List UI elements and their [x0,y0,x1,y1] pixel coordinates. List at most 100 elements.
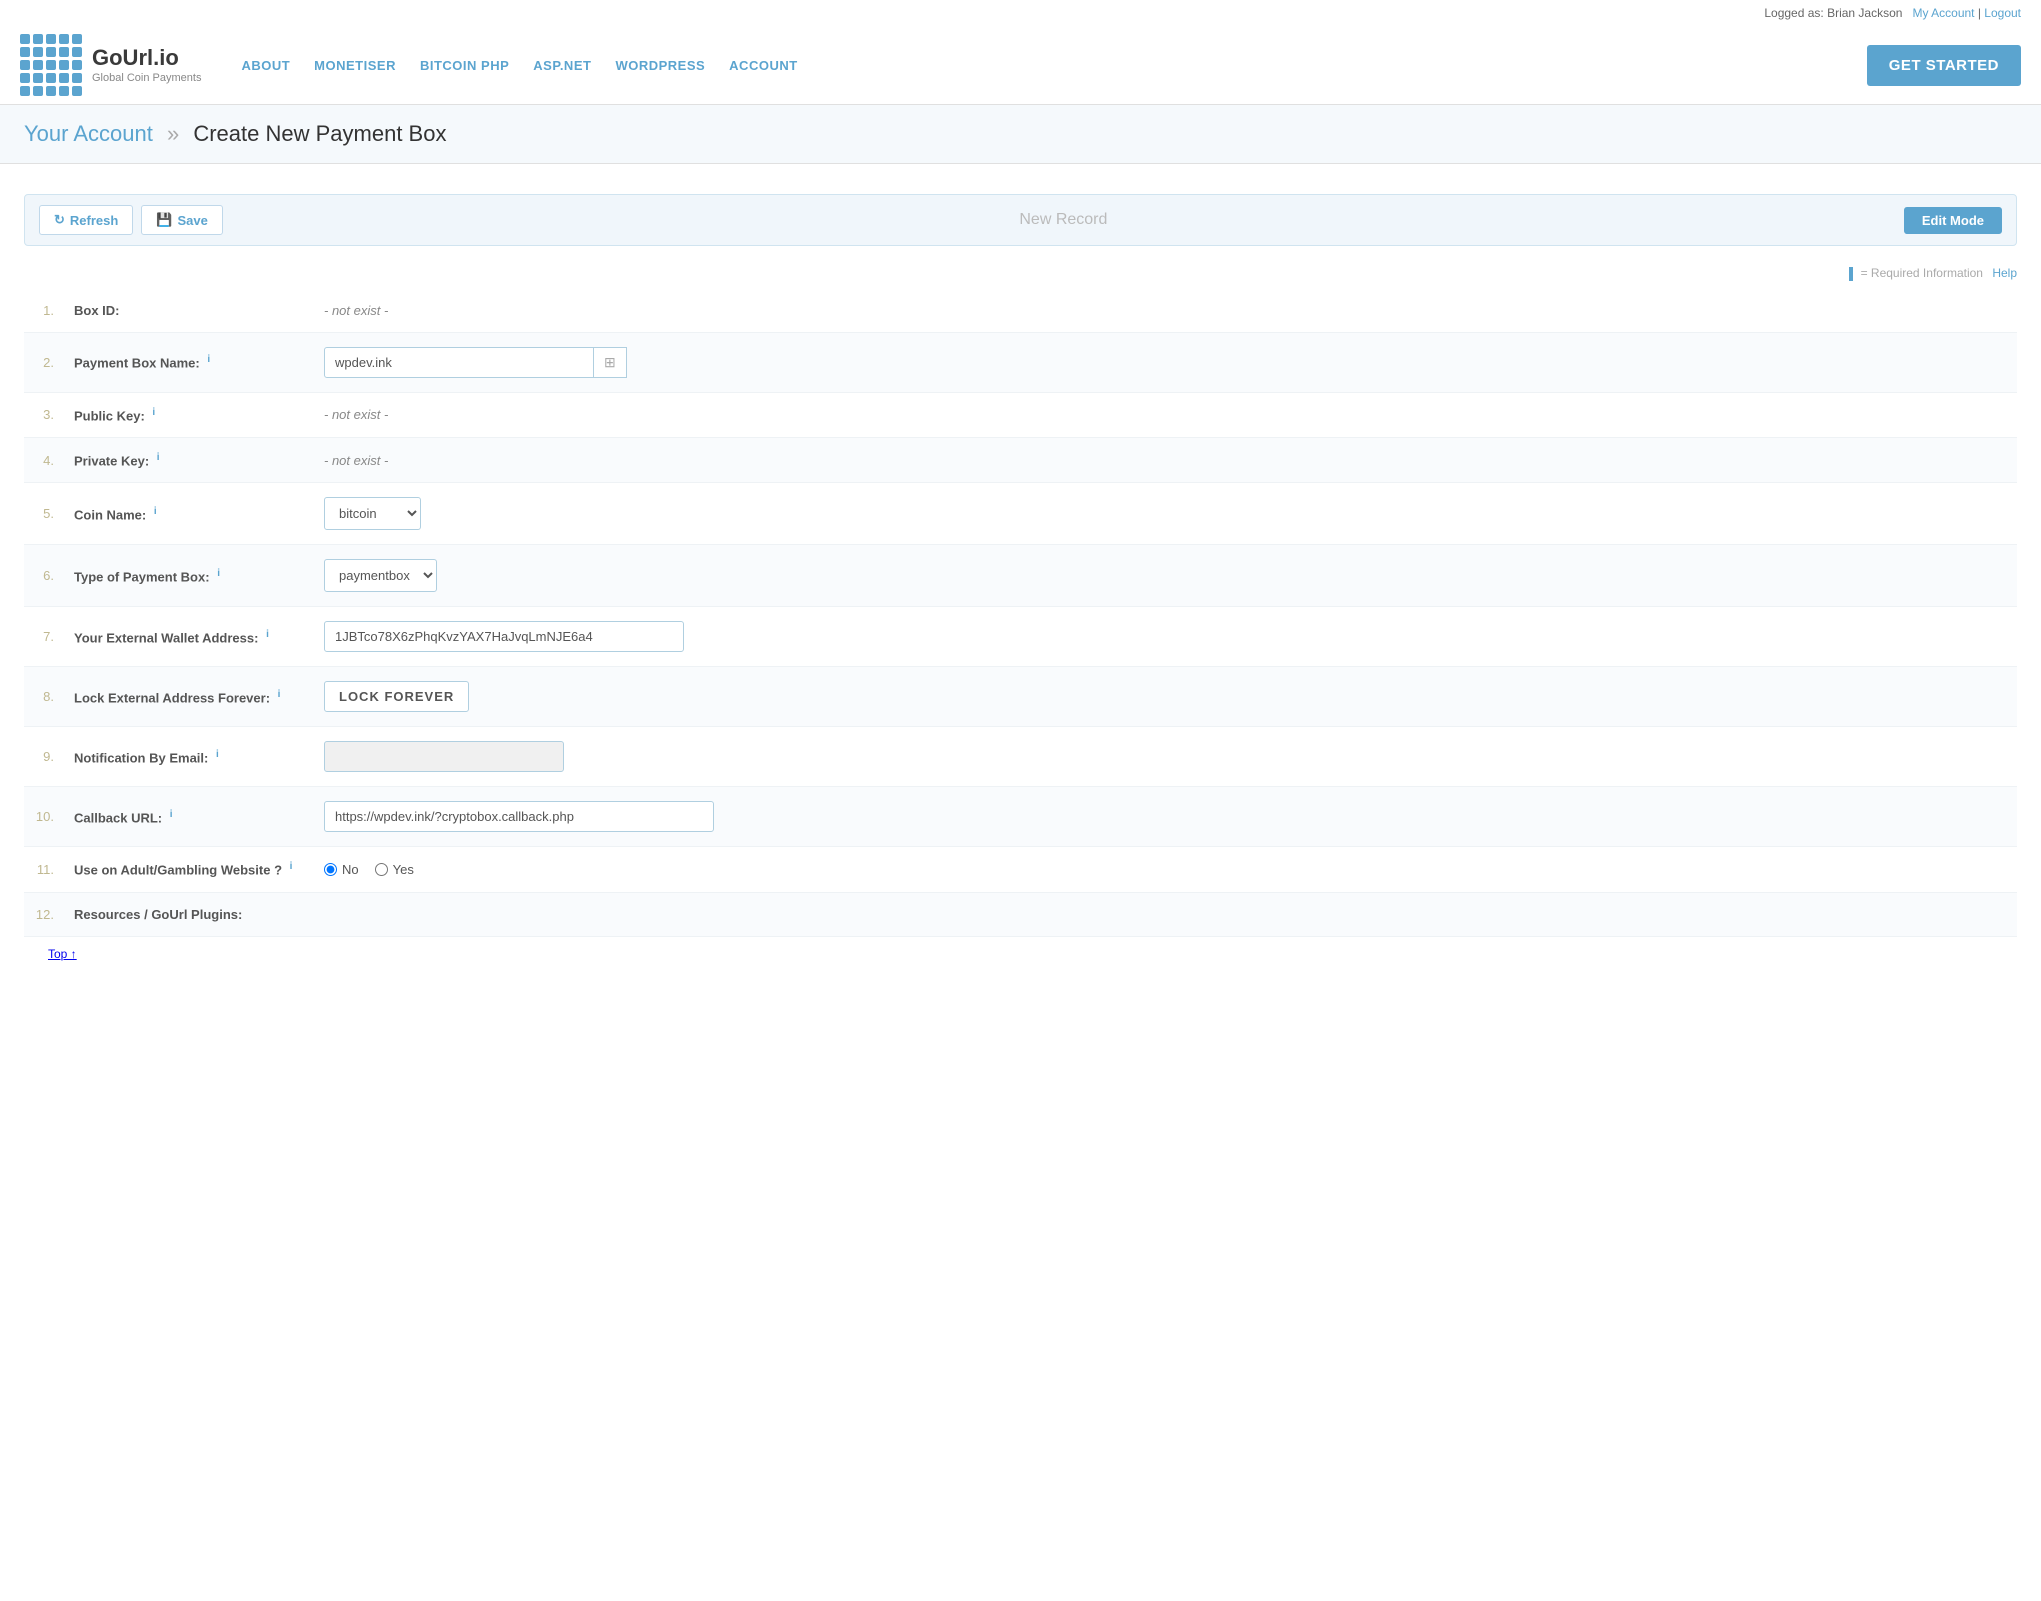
required-indicator: i [170,809,173,820]
payment-box-name-input[interactable] [324,347,594,378]
table-row: 7. Your External Wallet Address: i [24,607,2017,667]
type-select[interactable]: paymentbox donation subscription [324,559,437,592]
table-row: 11. Use on Adult/Gambling Website ? i No… [24,847,2017,892]
toolbar: ↻ Refresh 💾 Save New Record Edit Mode [24,194,2017,246]
row-value-type: paymentbox donation subscription [314,545,2017,607]
breadcrumb-your-account[interactable]: Your Account [24,121,153,146]
lock-forever-button[interactable]: LOCK FOREVER [324,681,469,712]
required-indicator: i [154,506,157,517]
breadcrumb-separator: » [167,121,179,146]
required-indicator: i [290,861,293,872]
logo-area: GoUrl.io Global Coin Payments [20,34,201,96]
row-num-11: 11. [24,847,64,892]
row-num-4: 4. [24,438,64,483]
logo-sub: Global Coin Payments [92,72,201,85]
radio-no-text: No [342,862,359,877]
row-label-box-id: Box ID: [64,289,314,333]
nav-monetiser[interactable]: MONETISER [304,50,406,81]
header-main: GoUrl.io Global Coin Payments ABOUT MONE… [20,26,2021,104]
row-label-lock: Lock External Address Forever: i [64,667,314,727]
row-value-adult: No Yes [314,847,2017,892]
help-link[interactable]: Help [1992,266,2017,280]
row-num-2: 2. [24,332,64,392]
row-num-10: 10. [24,787,64,847]
my-account-link[interactable]: My Account [1912,6,1974,20]
radio-no[interactable] [324,863,337,876]
row-num-6: 6. [24,545,64,607]
row-value-wallet [314,607,2017,667]
main-nav: ABOUT MONETISER BITCOIN PHP ASP.NET WORD… [231,50,1856,81]
nav-asp-net[interactable]: ASP.NET [523,50,601,81]
table-row: 10. Callback URL: i [24,787,2017,847]
save-button[interactable]: 💾 Save [141,205,223,235]
nav-about[interactable]: ABOUT [231,50,300,81]
refresh-button[interactable]: ↻ Refresh [39,205,133,235]
logo-dots [20,34,82,96]
table-row: 3. Public Key: i - not exist - [24,392,2017,437]
required-indicator: i [157,452,160,463]
table-row: 2. Payment Box Name: i ⊞ [24,332,2017,392]
email-input[interactable] [324,741,564,772]
logged-as-text: Logged as: Brian Jackson [1764,6,1902,20]
row-label-public-key: Public Key: i [64,392,314,437]
row-num-3: 3. [24,392,64,437]
refresh-label: Refresh [70,213,118,228]
payment-box-name-icon-button[interactable]: ⊞ [594,347,627,378]
refresh-icon: ↻ [54,212,65,228]
row-label-resources: Resources / GoUrl Plugins: [64,892,314,936]
table-row: 6. Type of Payment Box: i paymentbox don… [24,545,2017,607]
adult-radio-group: No Yes [324,862,2007,877]
required-indicator: i [207,354,210,365]
radio-yes[interactable] [375,863,388,876]
form-table: 1. Box ID: - not exist - 2. Payment Box … [24,289,2017,937]
wallet-address-input[interactable] [324,621,684,652]
required-indicator: i [217,568,220,579]
table-row: 12. Resources / GoUrl Plugins: [24,892,2017,936]
page-title: Your Account » Create New Payment Box [24,121,2017,147]
new-record-label: New Record [223,211,1904,229]
row-label-callback: Callback URL: i [64,787,314,847]
header-top-bar: Logged as: Brian Jackson My Account | Lo… [20,0,2021,26]
logo-brand: GoUrl.io [92,45,201,71]
row-label-type: Type of Payment Box: i [64,545,314,607]
callback-url-input[interactable] [324,801,714,832]
row-num-9: 9. [24,727,64,787]
payment-box-name-input-group: ⊞ [324,347,2007,378]
row-num-1: 1. [24,289,64,333]
row-value-payment-box-name: ⊞ [314,332,2017,392]
logout-link[interactable]: Logout [1984,6,2021,20]
row-value-email [314,727,2017,787]
required-info-bar: = Required Information Help [24,266,2017,281]
table-row: 9. Notification By Email: i [24,727,2017,787]
row-value-callback [314,787,2017,847]
required-indicator: i [152,407,155,418]
save-icon: 💾 [156,212,172,228]
row-value-box-id: - not exist - [314,289,2017,333]
table-row: 4. Private Key: i - not exist - [24,438,2017,483]
row-label-wallet: Your External Wallet Address: i [64,607,314,667]
table-row: 8. Lock External Address Forever: i LOCK… [24,667,2017,727]
breadcrumb-current: Create New Payment Box [193,121,446,146]
row-num-8: 8. [24,667,64,727]
top-link[interactable]: Top ↑ [48,947,77,961]
row-label-payment-box-name: Payment Box Name: i [64,332,314,392]
row-label-coin-name: Coin Name: i [64,483,314,545]
row-label-adult: Use on Adult/Gambling Website ? i [64,847,314,892]
nav-bitcoin-php[interactable]: BITCOIN PHP [410,50,519,81]
radio-no-label[interactable]: No [324,862,359,877]
row-value-coin-name: bitcoin litecoin ethereum dogecoin [314,483,2017,545]
row-value-public-key: - not exist - [314,392,2017,437]
get-started-button[interactable]: GET STARTED [1867,45,2021,86]
row-num-12: 12. [24,892,64,936]
row-value-resources [314,892,2017,936]
table-row: 5. Coin Name: i bitcoin litecoin ethereu… [24,483,2017,545]
row-label-private-key: Private Key: i [64,438,314,483]
radio-yes-label[interactable]: Yes [375,862,414,877]
coin-name-select[interactable]: bitcoin litecoin ethereum dogecoin [324,497,421,530]
nav-wordpress[interactable]: WORDPRESS [605,50,715,81]
required-info-text: = Required Information [1861,266,1983,280]
required-indicator: i [266,629,269,640]
nav-account[interactable]: ACCOUNT [719,50,808,81]
edit-mode-button[interactable]: Edit Mode [1904,207,2002,234]
row-label-email: Notification By Email: i [64,727,314,787]
